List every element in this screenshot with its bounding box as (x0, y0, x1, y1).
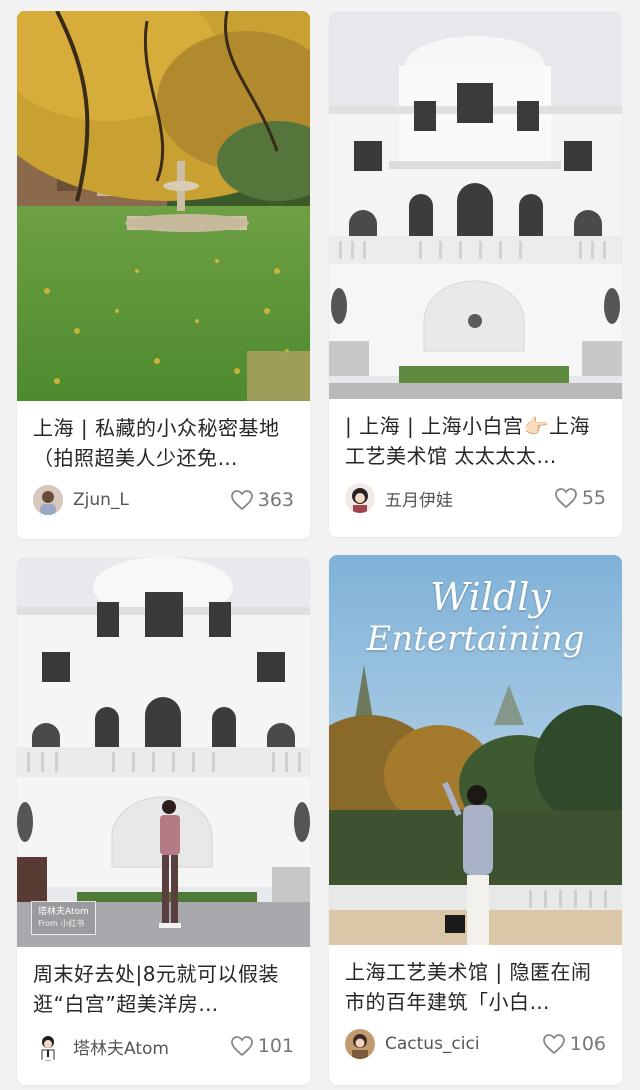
user-avatar-icon (33, 485, 63, 515)
like-count: 101 (257, 1035, 294, 1057)
note-meta: 塔林夫Atom 101 (33, 1029, 294, 1063)
note-title[interactable]: 上海 | 私藏的小众秘密基地（拍照超美人少还免… (33, 413, 294, 473)
note-title[interactable]: 周末好去处|8元就可以假装逛“白宫”超美洋房… (33, 959, 294, 1019)
note-cover-image[interactable] (17, 11, 310, 401)
user-avatar-icon (345, 1029, 375, 1059)
author-name[interactable]: 五月伊娃 (385, 486, 554, 511)
like-button[interactable]: 101 (230, 1035, 294, 1057)
avatar[interactable] (33, 485, 63, 515)
note-card[interactable]: 上海 | 私藏的小众秘密基地（拍照超美人少还免… Zjun_L 363 (17, 11, 310, 539)
avatar[interactable] (345, 483, 375, 513)
heart-icon (230, 1036, 253, 1057)
note-meta: 五月伊娃 55 (345, 481, 606, 515)
like-button[interactable]: 55 (554, 487, 606, 509)
author-name[interactable]: Zjun_L (73, 490, 230, 510)
watermark-author: 塔林夫Atom (38, 907, 89, 917)
avatar[interactable] (33, 1031, 63, 1061)
heart-icon (554, 488, 577, 509)
author-name[interactable]: 塔林夫Atom (73, 1034, 230, 1059)
watermark: 塔林夫Atom From 小红书 (31, 901, 96, 935)
white-palace-photo-icon (329, 11, 622, 399)
overlay-line-2: Entertaining (366, 619, 585, 659)
note-meta: Zjun_L 363 (33, 483, 294, 517)
note-card[interactable]: Wildly Entertaining 上海工艺美术馆 | 隐匿在闹市的百年建筑… (329, 555, 622, 1085)
like-count: 106 (569, 1033, 606, 1055)
note-cover-image[interactable] (329, 11, 622, 399)
note-card[interactable]: 塔林夫Atom From 小红书 周末好去处|8元就可以假装逛“白宫”超美洋房…… (17, 557, 310, 1085)
white-palace-person-photo-icon (17, 557, 310, 947)
like-count: 363 (257, 489, 294, 511)
note-title[interactable]: | 上海 | 上海小白宫👉🏻上海工艺美术馆 太太太太… (345, 411, 606, 471)
note-card[interactable]: | 上海 | 上海小白宫👉🏻上海工艺美术馆 太太太太… 五月伊娃 55 (329, 11, 622, 537)
heart-icon (542, 1034, 565, 1055)
note-cover-image[interactable]: Wildly Entertaining (329, 555, 622, 945)
overlay-title: Wildly Entertaining (329, 575, 622, 659)
user-avatar-icon (345, 483, 375, 513)
avatar[interactable] (345, 1029, 375, 1059)
note-meta: Cactus_cici 106 (345, 1027, 606, 1061)
overlay-line-1: Wildly (430, 575, 551, 619)
note-cover-image[interactable]: 塔林夫Atom From 小红书 (17, 557, 310, 947)
like-button[interactable]: 363 (230, 489, 294, 511)
watermark-source: From 小红书 (38, 919, 85, 928)
heart-icon (230, 490, 253, 511)
note-title[interactable]: 上海工艺美术馆 | 隐匿在闹市的百年建筑「小白… (345, 957, 606, 1017)
like-button[interactable]: 106 (542, 1033, 606, 1055)
author-name[interactable]: Cactus_cici (385, 1034, 542, 1054)
user-avatar-icon (33, 1031, 63, 1061)
like-count: 55 (581, 487, 606, 509)
garden-photo-icon (17, 11, 310, 401)
